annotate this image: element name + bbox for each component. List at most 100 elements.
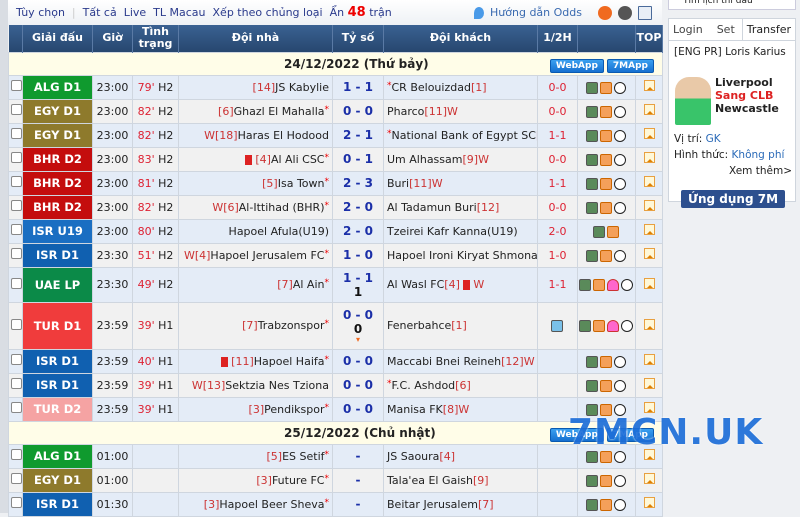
away-team[interactable]: Maccabi Bnei Reineh — [387, 355, 501, 368]
score-cell[interactable]: - — [332, 443, 384, 469]
pin-top-icon[interactable] — [643, 200, 655, 211]
home-team-cell[interactable]: [14]JS Kabylie — [178, 74, 333, 100]
score[interactable]: - — [334, 449, 383, 463]
stats-icon[interactable] — [585, 177, 598, 190]
select-checkbox[interactable] — [11, 277, 22, 289]
score-cell[interactable]: 0 - 1 — [332, 146, 384, 172]
away-team[interactable]: Manisa FK — [387, 403, 443, 416]
score-cell[interactable]: - — [332, 467, 384, 493]
home-team[interactable]: Trabzonspor — [258, 319, 325, 332]
select-checkbox[interactable] — [11, 248, 22, 259]
pin-top-icon[interactable] — [643, 248, 655, 259]
away-team-cell[interactable]: *F.C. Ashdod[6] — [383, 372, 538, 398]
league-badge[interactable]: EGY D1 — [22, 467, 93, 493]
pin-top-icon[interactable] — [643, 104, 655, 115]
stats-icon[interactable] — [585, 498, 598, 511]
score[interactable]: - — [334, 497, 383, 511]
options-link[interactable]: Tùy chọn — [16, 6, 65, 19]
away-team-cell[interactable]: Beitar Jerusalem[7] — [383, 491, 538, 517]
away-team-cell[interactable]: Al Tadamun Buri[12] — [383, 194, 538, 220]
home-team[interactable]: Al Ain — [293, 278, 325, 291]
find-schedule-link[interactable]: Tìm lịch thi đấu — [668, 0, 796, 10]
home-team-cell[interactable]: [11]Hapoel Haifa* — [178, 348, 333, 374]
home-team-cell[interactable]: [3]Hapoel Beer Sheva* — [178, 491, 333, 517]
score[interactable]: 1 - 0 — [334, 248, 383, 262]
home-team[interactable]: Hapoel Jerusalem FC — [210, 249, 324, 262]
league-badge[interactable]: ISR D1 — [22, 348, 93, 374]
transfer-headline[interactable]: [ENG PR] Loris Karius — [669, 41, 795, 64]
pin-top-icon[interactable] — [643, 473, 655, 484]
select-checkbox[interactable] — [11, 224, 22, 235]
score-cell[interactable]: 1 - 11 — [332, 266, 384, 303]
score[interactable]: 1 - 1 — [334, 80, 383, 94]
away-team-cell[interactable]: *National Bank of Egypt SC[14] — [383, 122, 538, 148]
window-icon[interactable] — [638, 5, 652, 20]
stats-icon[interactable] — [585, 355, 598, 368]
away-team-cell[interactable]: Al Wasl FC[4] W — [383, 266, 538, 303]
away-team-cell[interactable]: Buri[11]W — [383, 170, 538, 196]
away-team[interactable]: JS Saoura — [387, 450, 439, 463]
home-team-cell[interactable]: [3]Future FC* — [178, 467, 333, 493]
league-badge[interactable]: ALG D1 — [22, 74, 93, 100]
select-checkbox[interactable] — [11, 128, 22, 139]
live-ball-icon[interactable] — [613, 81, 626, 94]
tab-login[interactable]: Login — [669, 19, 707, 40]
home-team[interactable]: Hapoel Afula(U19) — [229, 225, 329, 238]
score[interactable]: 0 - 0 — [334, 378, 383, 392]
filter-live[interactable]: Live — [124, 6, 146, 19]
lineup-icon[interactable] — [606, 279, 619, 291]
app-7m-button[interactable]: Ứng dụng 7M — [681, 190, 785, 208]
score[interactable]: 0 - 0 — [334, 354, 383, 368]
away-team[interactable]: Tzeirei Kafr Kanna(U19) — [387, 225, 518, 238]
away-team-cell[interactable]: Manisa FK[8]W — [383, 396, 538, 422]
score[interactable]: 0 - 0 — [334, 402, 383, 416]
league-badge[interactable]: EGY D1 — [22, 122, 93, 148]
league-badge[interactable]: ALG D1 — [22, 443, 93, 469]
tab-transfer[interactable]: Transfer — [741, 19, 795, 40]
score-cell[interactable]: 0 - 0 0 ▾ — [332, 301, 384, 350]
pin-top-icon[interactable] — [643, 176, 655, 187]
score-cell[interactable]: 2 - 1 — [332, 122, 384, 148]
7mapp-button[interactable]: 7MApp — [606, 58, 654, 73]
away-team-cell[interactable]: Um Alhassam[9]W — [383, 146, 538, 172]
home-team-cell[interactable]: [7]Trabzonspor* — [178, 301, 333, 350]
score-cell[interactable]: 0 - 0 — [332, 396, 384, 422]
away-team[interactable]: Um Alhassam — [387, 153, 462, 166]
live-ball-icon[interactable] — [613, 379, 626, 392]
score[interactable]: 2 - 0 — [334, 200, 383, 214]
league-badge[interactable]: TUR D1 — [22, 301, 93, 350]
sort-by-type[interactable]: Xếp theo chủng loại — [213, 6, 323, 19]
stats-icon[interactable] — [585, 379, 598, 392]
select-checkbox[interactable] — [11, 449, 22, 460]
select-checkbox[interactable] — [11, 318, 22, 330]
stats-icon[interactable] — [578, 279, 591, 291]
away-team[interactable]: Pharco — [387, 105, 424, 118]
expand-arrow-icon[interactable]: ▾ — [334, 335, 383, 344]
home-team-cell[interactable]: W[13]Sektzia Nes Tziona — [178, 372, 333, 398]
away-team[interactable]: Fenerbahce — [387, 319, 451, 332]
home-team[interactable]: Sektzia Nes Tziona — [225, 379, 329, 392]
pin-top-icon[interactable] — [643, 224, 655, 235]
away-team-cell[interactable]: Hapoel Ironi Kiryat Shmona[14] — [383, 242, 538, 268]
away-team-cell[interactable]: Maccabi Bnei Reineh[12]W — [383, 348, 538, 374]
score-cell[interactable]: 2 - 3 — [332, 170, 384, 196]
score[interactable]: 0 - 0 — [334, 308, 383, 322]
tv-icon[interactable] — [550, 320, 563, 332]
see-more-link[interactable]: Xem thêm> — [674, 163, 792, 179]
home-team[interactable]: ES Setif — [282, 450, 324, 463]
refresh-icon[interactable] — [598, 5, 612, 20]
home-team[interactable]: Pendikspor — [264, 403, 324, 416]
live-ball-icon[interactable] — [613, 201, 626, 214]
tab-set[interactable]: Set — [713, 19, 739, 40]
league-badge[interactable]: BHR D2 — [22, 146, 93, 172]
score-cell[interactable]: 0 - 0 — [332, 372, 384, 398]
select-checkbox[interactable] — [11, 378, 22, 389]
odds-chart-icon[interactable] — [599, 177, 612, 190]
odds-chart-icon[interactable] — [599, 498, 612, 511]
odds-chart-icon[interactable] — [599, 355, 612, 368]
home-team[interactable]: Al-Ittihad (BHR) — [239, 201, 325, 214]
score-cell[interactable]: 0 - 0 — [332, 348, 384, 374]
live-ball-icon[interactable] — [613, 474, 626, 487]
odds-chart-icon[interactable] — [599, 474, 612, 487]
pin-top-icon[interactable] — [643, 152, 655, 163]
